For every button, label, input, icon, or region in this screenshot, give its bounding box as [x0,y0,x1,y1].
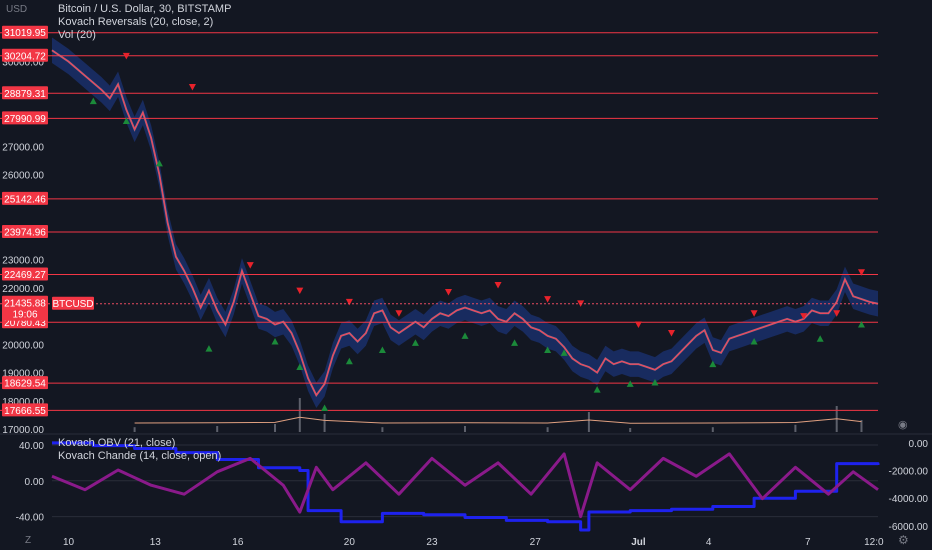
buy-marker [321,404,329,411]
volume-bar [587,412,590,432]
volume-bar [711,427,714,432]
x-tick-label: 10 [63,537,75,548]
y-tick-label: 22000.00 [2,284,44,295]
y-tick-label: 17000.00 [2,425,44,436]
chande-legend[interactable]: Kovach Chande (14, close, open) [58,450,221,463]
countdown-label: 19:06 [12,310,37,321]
level-label: 23974.96 [4,227,46,238]
osc-left-tick-label: 0.00 [25,477,45,488]
sell-marker [188,84,196,91]
volume-bar [794,424,797,432]
volume-bar [216,426,219,432]
buy-marker [345,357,353,365]
level-label: 18629.54 [4,379,46,390]
volume-bar [133,427,136,432]
sell-marker [668,330,675,337]
sell-marker [246,262,254,269]
indicator-legend[interactable]: Kovach Reversals (20, close, 2) [58,16,231,29]
buy-marker [271,338,279,345]
osc-right-tick-label: -6000.00 [889,522,929,533]
volume-bar [323,414,326,432]
timezone-icon[interactable]: Z [25,535,31,546]
y-tick-label: 26000.00 [2,171,44,182]
volume-bar [298,398,301,432]
buy-marker [511,339,519,346]
sell-marker [444,289,452,296]
symbol-title[interactable]: Bitcoin / U.S. Dollar, 30, BITSTAMP [58,3,231,16]
sell-marker [634,321,642,329]
buy-marker [593,386,601,393]
currency-label: USD [6,4,28,15]
buy-marker [461,332,469,339]
buy-marker [205,345,213,352]
obv-legend[interactable]: Kovach OBV (21, close) [58,437,221,450]
symbol-badge-label: BTCUSD [52,299,93,310]
buy-marker [626,380,634,387]
volume-bar [274,424,277,432]
level-label: 27990.99 [4,114,46,125]
buy-marker [378,346,386,353]
x-tick-label: Jul [631,537,646,548]
gear-icon[interactable]: ⚙ [898,533,909,547]
volume-bar [629,428,632,432]
main-legend: Bitcoin / U.S. Dollar, 30, BITSTAMP Kova… [58,3,231,42]
volume-legend[interactable]: Vol (20) [58,29,231,42]
osc-left-tick-label: -40.00 [16,513,45,524]
level-label: 28879.31 [4,89,46,100]
osc-left-tick-label: 40.00 [19,441,44,452]
volume-bar [381,427,384,432]
buy-marker [816,335,824,342]
sell-marker [750,310,758,317]
sell-marker [395,310,403,317]
volume-ma-line [134,416,862,424]
x-tick-label: 16 [232,537,244,548]
x-tick-label: 13 [150,537,162,548]
chart-canvas[interactable]: 17000.0018000.0019000.0020000.0021000.00… [0,0,932,550]
osc-right-tick-label: -2000.00 [889,467,929,478]
y-tick-label: 20000.00 [2,340,44,351]
osc-right-tick-label: 0.00 [909,439,929,450]
buy-marker [411,339,419,346]
sell-marker [345,298,353,306]
y-tick-label: 23000.00 [2,256,44,267]
sell-marker [544,296,552,303]
level-label: 30204.72 [4,51,46,62]
x-tick-label: 27 [530,537,542,548]
y-tick-label: 27000.00 [2,142,44,153]
sell-marker [296,287,304,295]
volume-bar [546,427,549,432]
x-tick-label: 7 [805,537,811,548]
x-tick-label: 12:0 [864,537,884,548]
oscillator-legend: Kovach OBV (21, close) Kovach Chande (14… [58,437,221,463]
level-label: 17666.55 [4,406,46,417]
sell-marker [494,281,502,289]
osc-right-tick-label: -4000.00 [889,494,929,505]
x-tick-label: 23 [426,537,438,548]
level-label: 31019.95 [4,28,46,39]
current-price-label: 21435.88 [4,299,46,310]
x-tick-label: 4 [706,537,712,548]
camera-icon[interactable]: ◉ [898,418,908,431]
level-label: 22469.27 [4,270,46,281]
x-tick-label: 20 [344,537,356,548]
volume-bar [464,426,466,432]
level-label: 25142.46 [4,194,46,205]
buy-marker [89,97,97,105]
